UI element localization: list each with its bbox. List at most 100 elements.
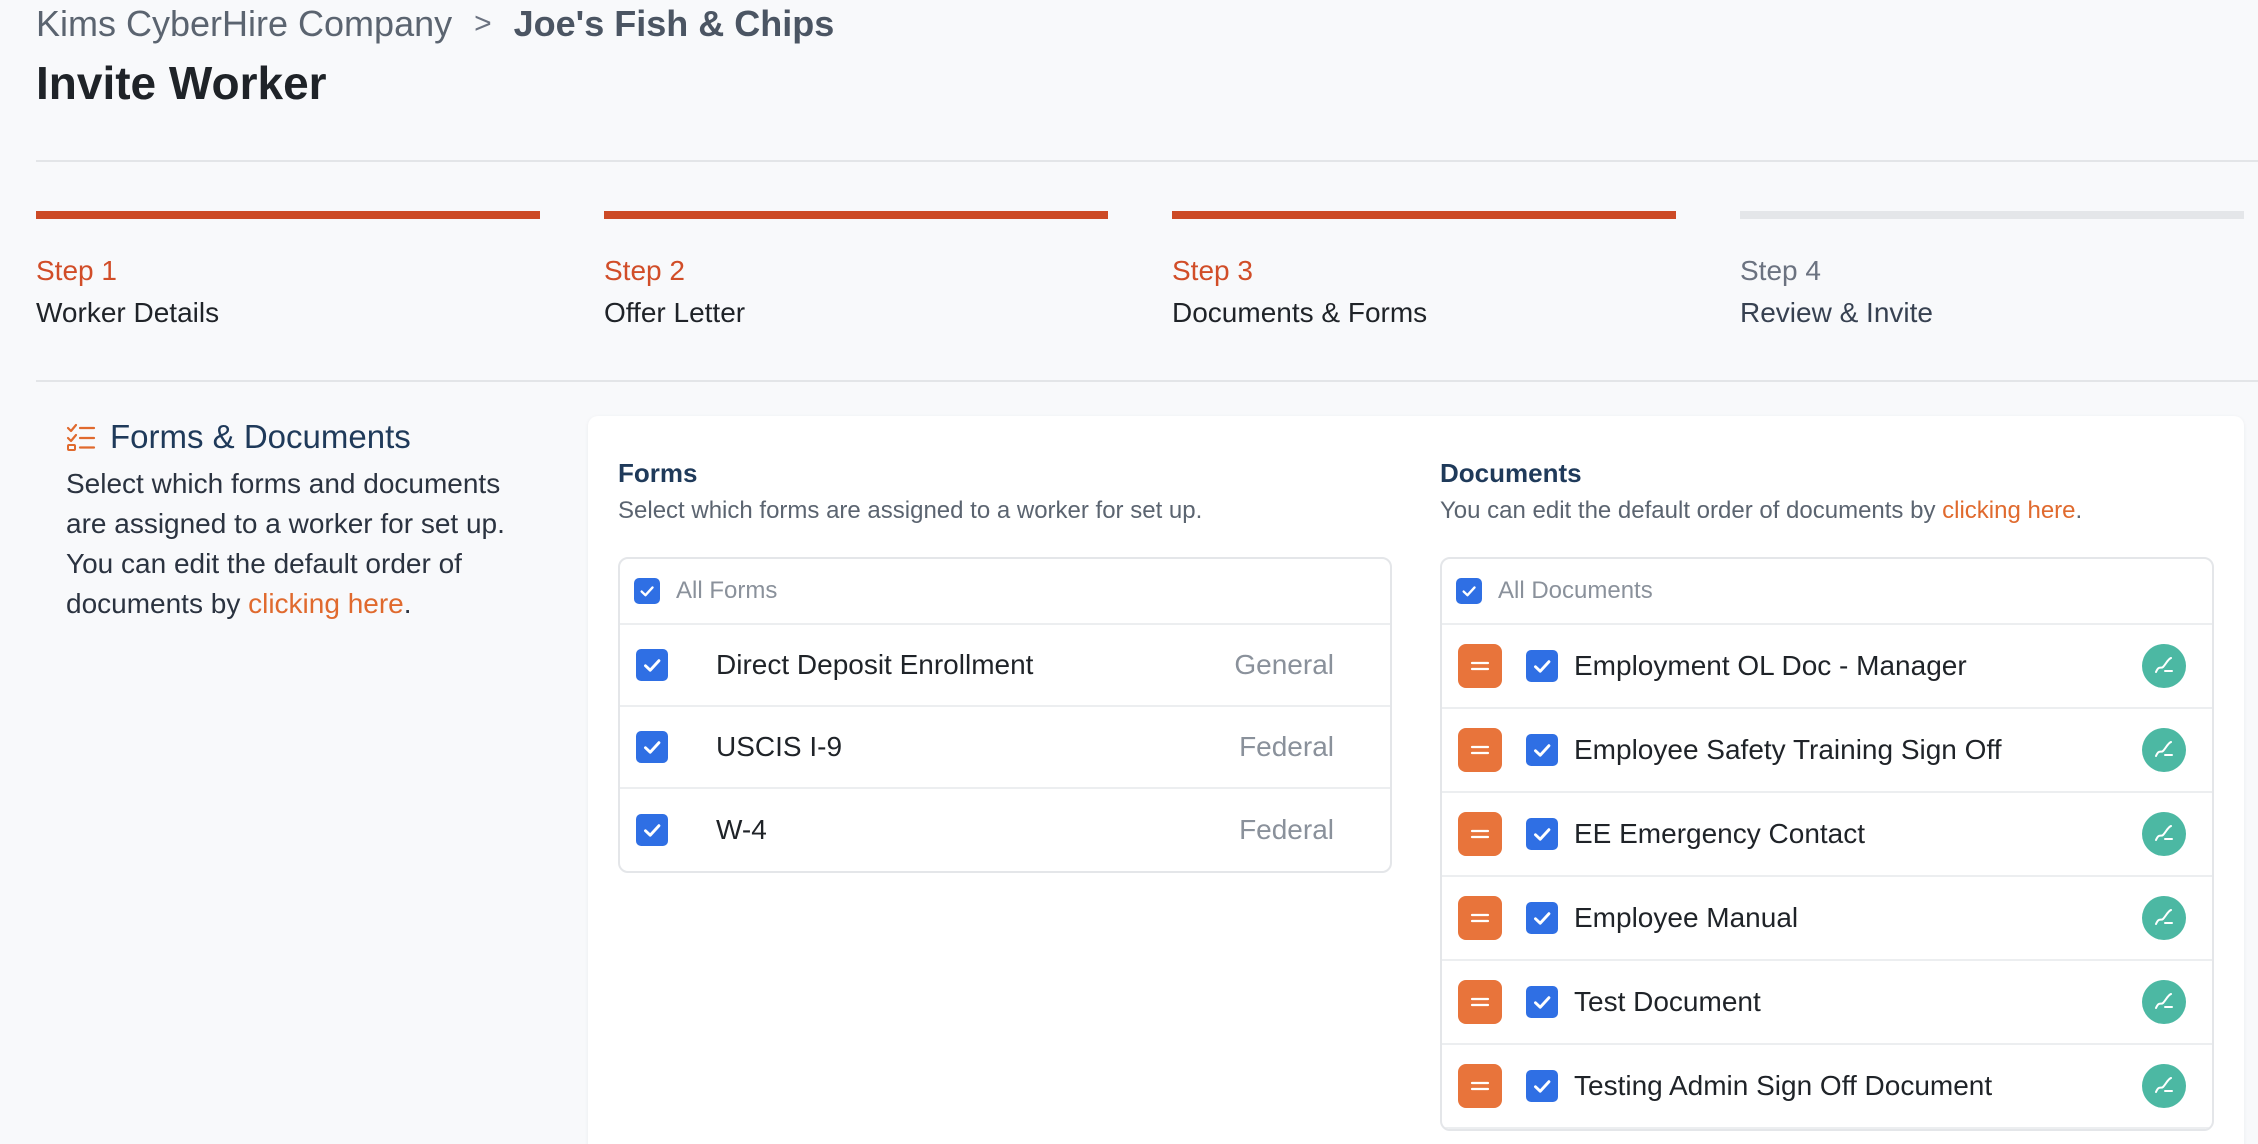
documents-link[interactable]: clicking here [1942,497,2075,524]
drag-handle-icon[interactable] [1458,812,1502,856]
form-row[interactable]: W-4 Federal [620,789,1390,871]
document-row[interactable]: EE Emergency Contact [1442,793,2212,877]
aside-text-end: . [403,588,412,619]
header-divider [36,160,2258,162]
step-name: Offer Letter [604,297,746,328]
check-icon [643,824,661,837]
step-2[interactable]: Step 2 Offer Letter [604,211,1108,329]
forms-list: All Forms Direct Deposit Enrollment Gene… [618,557,1392,873]
check-icon [1533,744,1551,757]
all-documents-row[interactable]: All Documents [1442,559,2212,625]
forms-section: Forms Select which forms are assigned to… [618,458,1392,873]
drag-handle-icon[interactable] [1458,980,1502,1024]
document-name: Employee Manual [1574,902,1799,933]
drag-handle-icon[interactable] [1458,728,1502,772]
document-name: Testing Admin Sign Off Document [1574,1070,1993,1101]
document-name: EE Emergency Contact [1574,818,1866,849]
step-name: Worker Details [36,297,220,328]
step-number: Step 1 [36,255,117,286]
document-checkbox[interactable] [1526,902,1558,934]
form-row[interactable]: USCIS I-9 Federal [620,707,1390,789]
forms-description: Select which forms are assigned to a wor… [618,497,1203,524]
steps-divider [36,380,2258,382]
documents-list: All Documents Employment OL Doc - Manage… [1440,557,2214,1131]
breadcrumb-company[interactable]: Kims CyberHire Company [36,3,452,45]
form-checkbox[interactable] [636,731,668,763]
signature-icon [2142,1064,2186,1108]
drag-handle-icon[interactable] [1458,644,1502,688]
document-checkbox[interactable] [1526,986,1558,1018]
document-row[interactable]: Employee Manual [1442,877,2212,961]
form-checkbox[interactable] [636,814,668,846]
all-forms-checkbox[interactable] [634,578,660,604]
check-icon [1533,996,1551,1009]
document-row[interactable]: Employment OL Doc - Manager [1442,625,2212,709]
step-name: Review & Invite [1740,297,1933,328]
check-icon [643,659,661,672]
forms-documents-aside: Forms & Documents Select which forms and… [66,418,546,624]
document-checkbox[interactable] [1526,650,1558,682]
check-icon [643,741,661,754]
signature-icon [2142,896,2186,940]
form-name: USCIS I-9 [716,731,843,762]
selection-card: Forms Select which forms are assigned to… [588,416,2244,1144]
drag-handle-icon[interactable] [1458,896,1502,940]
form-name: W-4 [716,814,767,845]
step-progress-bar [1740,211,2244,219]
breadcrumb: Kims CyberHire Company > Joe's Fish & Ch… [36,2,834,46]
step-number: Step 2 [604,255,685,286]
signature-icon [2142,812,2186,856]
forms-title: Forms [618,458,698,488]
check-icon [1462,586,1476,597]
all-documents-checkbox[interactable] [1456,578,1482,604]
step-3[interactable]: Step 3 Documents & Forms [1172,211,1676,329]
step-progress-bar [36,211,540,219]
signature-icon [2142,980,2186,1024]
signature-icon [2142,644,2186,688]
drag-handle-icon[interactable] [1458,1064,1502,1108]
form-category: Federal [1239,731,1334,762]
document-checkbox[interactable] [1526,818,1558,850]
documents-desc-text: You can edit the default order of docume… [1440,497,1943,524]
all-forms-label: All Forms [676,577,778,604]
form-category: General [1234,649,1334,680]
check-icon [1533,660,1551,673]
form-name: Direct Deposit Enrollment [716,649,1034,680]
page-title: Invite Worker [36,57,327,109]
aside-title: Forms & Documents [110,418,411,455]
check-icon [1533,828,1551,841]
document-row[interactable]: Test Document [1442,961,2212,1045]
document-checkbox[interactable] [1526,1070,1558,1102]
document-name: Employee Safety Training Sign Off [1574,734,2002,765]
documents-title: Documents [1440,458,1582,488]
aside-heading: Forms & Documents [66,418,546,456]
step-name: Documents & Forms [1172,297,1428,328]
step-number: Step 3 [1172,255,1253,286]
document-row[interactable]: Testing Admin Sign Off Document [1442,1045,2212,1129]
checklist-icon [66,423,96,451]
aside-link[interactable]: clicking here [248,588,404,619]
form-category: Federal [1239,814,1334,845]
document-checkbox[interactable] [1526,734,1558,766]
step-progress-bar [1172,211,1676,219]
form-checkbox[interactable] [636,649,668,681]
signature-icon [2142,728,2186,772]
form-row[interactable]: Direct Deposit Enrollment General [620,625,1390,707]
document-name: Employment OL Doc - Manager [1574,650,1967,681]
step-1[interactable]: Step 1 Worker Details [36,211,540,329]
step-4[interactable]: Step 4 Review & Invite [1740,211,2244,329]
all-documents-label: All Documents [1498,577,1653,604]
all-forms-row[interactable]: All Forms [620,559,1390,625]
check-icon [640,586,654,597]
check-icon [1533,1080,1551,1093]
chevron-right-icon: > [474,7,492,40]
documents-section: Documents You can edit the default order… [1440,458,2214,1131]
check-icon [1533,912,1551,925]
breadcrumb-current: Joe's Fish & Chips [513,3,835,44]
document-row[interactable]: Employee Safety Training Sign Off [1442,709,2212,793]
document-name: Test Document [1574,986,1761,1017]
step-number: Step 4 [1740,255,1821,286]
documents-description: You can edit the default order of docume… [1440,497,2214,525]
step-progress-bar [604,211,1108,219]
documents-desc-end: . [2075,497,2083,524]
